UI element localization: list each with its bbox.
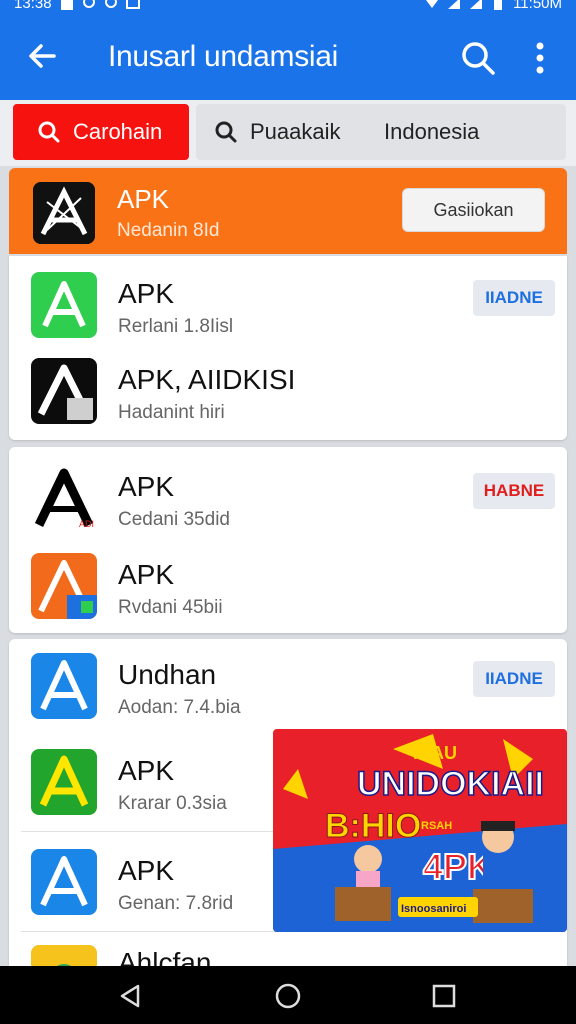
- banner-top-text: HIAU: [413, 743, 457, 763]
- app-icon: ADI: [31, 465, 97, 531]
- status-bar: 13:38 11:50M: [0, 0, 576, 14]
- app-subtitle: Rvdani 45bii: [118, 597, 223, 618]
- filter-chip-active[interactable]: Carohain: [13, 104, 189, 160]
- featured-action-button[interactable]: Gasiiokan: [402, 188, 545, 232]
- list-item[interactable]: APK Rvdani 45bii: [9, 539, 567, 629]
- page-title: Inusarl undamsiai: [108, 40, 339, 73]
- app-name: APK: [117, 184, 170, 214]
- battery-icon: [491, 0, 505, 10]
- app-subtitle: Nedanin 8Id: [117, 220, 220, 241]
- app-subtitle: Hadanint hiri: [118, 402, 225, 423]
- banner-headline: UNIDOKIAII: [357, 765, 544, 803]
- search-icon[interactable]: [458, 38, 498, 78]
- app-icon: [31, 849, 97, 915]
- list-item[interactable]: ADI APK Cedani 35did HABNE: [9, 451, 567, 541]
- banner-small-text: RSAH: [421, 820, 452, 832]
- banner-bonus: B:HIO: [325, 807, 421, 845]
- alarm-icon: [82, 0, 96, 10]
- app-bar: Inusarl undamsiai: [0, 14, 576, 100]
- featured-app-row[interactable]: APK Nedanin 8Id Gasiiokan: [9, 168, 567, 254]
- filter-option-2[interactable]: Indonesia: [384, 119, 479, 145]
- app-icon: [31, 653, 97, 719]
- app-icon: [31, 553, 97, 619]
- app-subtitle: Krarar 0.3sia: [118, 793, 227, 814]
- list-item[interactable]: APK, AIIDKISI Hadanint hiri: [9, 344, 567, 434]
- app-subtitle: Genan: 7.8rid: [118, 893, 234, 914]
- app-list-card: ADI APK Cedani 35did HABNE APK Rvdani 45…: [9, 447, 567, 633]
- list-item[interactable]: Ahlcfan: [9, 935, 567, 969]
- status-time-right: 11:50M: [513, 0, 562, 12]
- app-icon: [31, 358, 97, 424]
- filter-option-1-label: Puaakaik: [250, 119, 341, 144]
- app-name: APK: [118, 471, 175, 502]
- app-name: APK: [118, 855, 175, 886]
- status-badge[interactable]: IIADNE: [473, 661, 555, 697]
- notification-icon: [60, 0, 74, 10]
- app-subtitle: Cedani 35did: [118, 509, 230, 530]
- filter-bar: Carohain Puaakaik Indonesia: [0, 100, 576, 166]
- app-subtitle: Rerlani 1.8Iisl: [118, 316, 234, 337]
- status-time-left: 13:38: [14, 0, 52, 12]
- search-icon: [38, 121, 60, 143]
- filter-chip-group: Puaakaik Indonesia: [196, 104, 566, 160]
- app-name: Undhan: [118, 659, 217, 690]
- search-icon: [215, 121, 237, 143]
- image-icon: [125, 0, 140, 10]
- app-icon: [31, 749, 97, 815]
- system-nav-bar: [0, 966, 576, 1024]
- app-name: APK: [118, 278, 175, 309]
- filter-option-1[interactable]: Puaakaik: [196, 119, 341, 145]
- app-list-card: APK Rerlani 1.8Iisl IIADNE APK, AIIDKISI…: [9, 256, 567, 440]
- app-name: APK: [118, 559, 175, 590]
- signal-2-icon: [469, 0, 483, 10]
- more-vert-icon[interactable]: [524, 38, 556, 78]
- banner-apk: 4PK: [423, 846, 493, 887]
- app-name: APK: [118, 755, 175, 786]
- list-item[interactable]: Undhan Aodan: 7.4.bia IIADNE: [9, 639, 567, 729]
- status-badge[interactable]: IIADNE: [473, 280, 555, 316]
- circle-home-icon[interactable]: [274, 982, 302, 1010]
- status-badge[interactable]: HABNE: [473, 473, 555, 509]
- app-subtitle: Aodan: 7.4.bia: [118, 697, 241, 718]
- app-icon: [31, 272, 97, 338]
- list-item[interactable]: APK Rerlani 1.8Iisl IIADNE: [9, 258, 567, 348]
- filter-chip-active-label: Carohain: [73, 119, 163, 144]
- svg-text:ADI: ADI: [79, 519, 94, 529]
- signal-icon: [447, 0, 461, 10]
- banner-ribbon: Isnoosaniroi: [401, 903, 466, 915]
- arrow-left-icon[interactable]: [24, 38, 60, 74]
- app-name: APK, AIIDKISI: [118, 364, 296, 395]
- app-icon: [33, 182, 95, 244]
- sync-icon: [104, 0, 118, 10]
- triangle-back-icon[interactable]: [116, 982, 144, 1010]
- wifi-icon: [425, 0, 439, 10]
- square-recents-icon[interactable]: [430, 982, 458, 1010]
- promo-banner[interactable]: HIAU UNIDOKIAII B:HIO RSAH 4PK Isnoosani…: [273, 729, 567, 932]
